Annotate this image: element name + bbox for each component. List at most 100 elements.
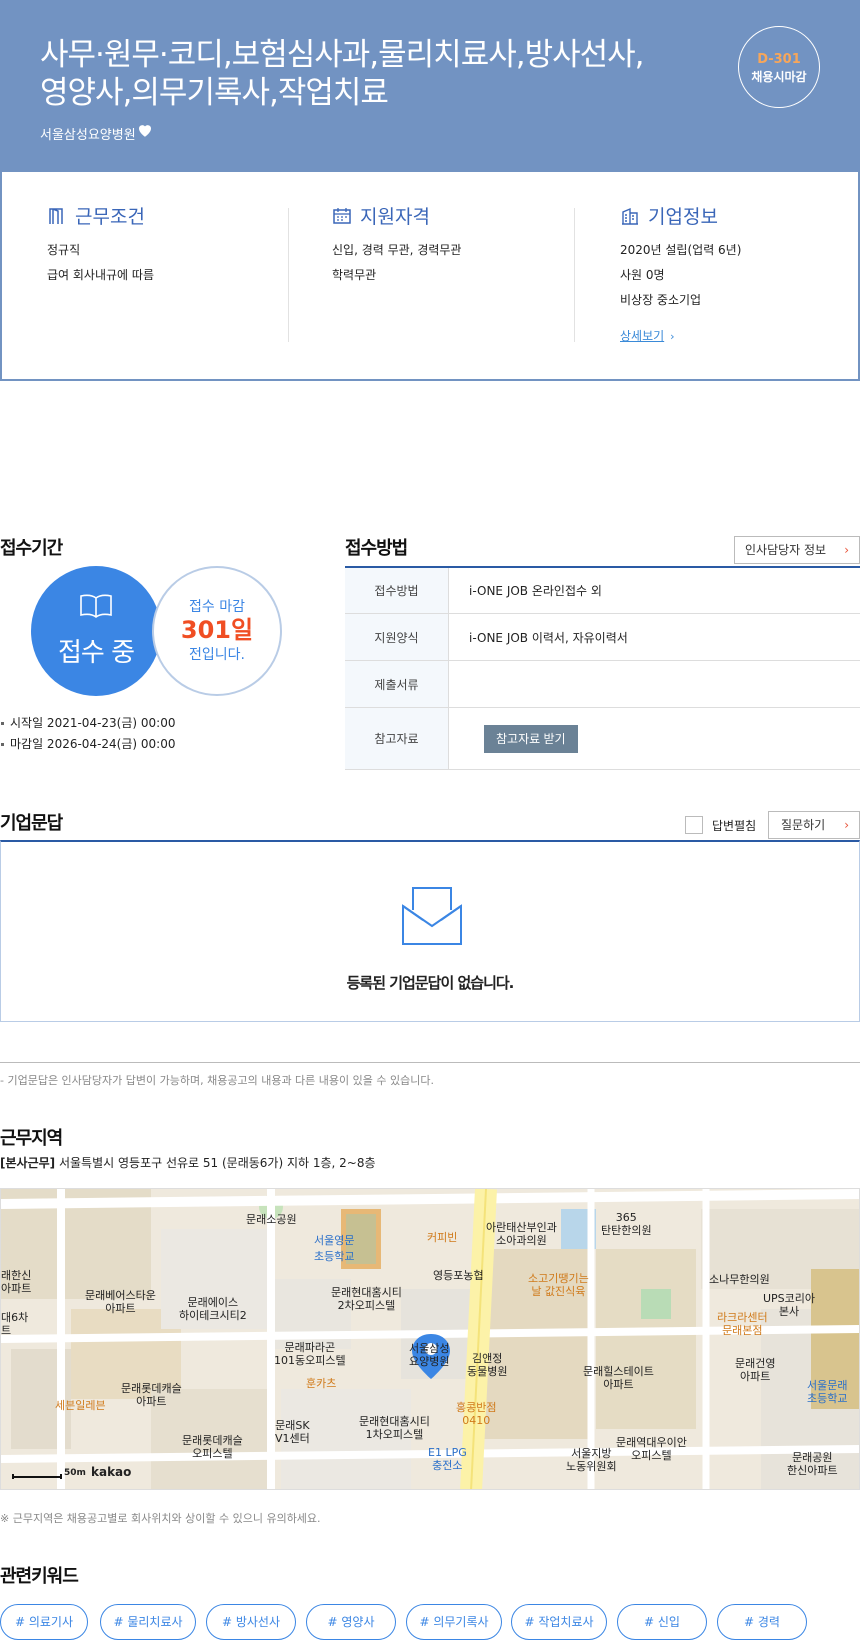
keyword-tag[interactable]: # 물리치료사 <box>100 1604 196 1640</box>
map-label: 홍콩반점 0410 <box>456 1401 497 1427</box>
keyword-tag[interactable]: # 방사선사 <box>206 1604 296 1640</box>
kakao-logo[interactable]: kakao <box>91 1465 131 1479</box>
table-row: 제출서류 <box>345 661 860 708</box>
calendar-icon <box>333 207 351 224</box>
map-label: 문래파라곤 101동오피스텔 <box>274 1341 346 1367</box>
end-date: 마감일 2026-04-24(금) 00:00 <box>0 735 175 752</box>
divider <box>574 208 575 342</box>
dday-count: D-301 <box>757 52 801 67</box>
map-label: 서울문래 초등학교 <box>807 1379 848 1405</box>
map-label: 서울영문 초등학교 <box>314 1234 355 1263</box>
map-label: 문래건영 아파트 <box>735 1357 776 1383</box>
table-row: 접수방법 i-ONE JOB 온라인접수 외 <box>345 568 860 614</box>
keyword-tag[interactable]: # 작업치료사 <box>511 1604 607 1640</box>
row-value: i-ONE JOB 온라인접수 외 <box>469 584 602 598</box>
ask-question-label: 질문하기 <box>781 818 826 832</box>
location-note: ※ 근무지역은 채용공고별로 회사위치와 상이할 수 있으니 유의하세요. <box>0 1512 321 1525</box>
map-label: 문래힐스테이트 아파트 <box>583 1365 654 1391</box>
map-label: 문래현대홈시티 1차오피스텔 <box>359 1415 430 1441</box>
keyword-tag[interactable]: # 의무기록사 <box>406 1604 502 1640</box>
work-conditions: 근무조건 정규직 급여 회사내규에 따름 <box>47 202 317 293</box>
envelope-icon <box>402 887 462 945</box>
status-circle: 접수 중 <box>31 566 161 696</box>
keyword-tag[interactable]: # 신입 <box>617 1604 707 1640</box>
expand-answers-checkbox[interactable] <box>685 816 703 834</box>
remain-suffix: 전입니다. <box>189 647 245 663</box>
reference-download-button[interactable]: 참고자료 받기 <box>484 724 578 753</box>
qualification-item: 학력무관 <box>332 268 377 282</box>
map-label: 문래SK V1센터 <box>275 1419 310 1445</box>
map-label: 문래롯데캐슬 오피스텔 <box>182 1434 243 1460</box>
map-label: 문래에이스 하이테크시티2 <box>179 1296 247 1322</box>
job-title-line2: 영양사,의무기록사,작업치료 <box>40 75 389 111</box>
keywords-title: 관련키워드 <box>0 1566 79 1587</box>
work-item: 정규직 <box>47 243 81 257</box>
keyword-tag[interactable]: # 의료기사 <box>0 1604 88 1640</box>
keyword-tag[interactable]: # 영양사 <box>306 1604 396 1640</box>
book-icon <box>80 594 112 618</box>
row-key: 지원양식 <box>345 614 449 660</box>
company-name[interactable]: 서울삼성요양병원 <box>40 124 136 143</box>
row-key: 제출서류 <box>345 661 449 707</box>
qualifications: 지원자격 신입, 경력 무관, 경력무관 학력무관 <box>332 202 602 293</box>
expand-answers-label[interactable]: 답변펼침 <box>712 817 756 834</box>
map-label: 문래베어스타운 아파트 <box>85 1289 156 1315</box>
map-label: 김앤정 동물병원 <box>467 1352 508 1378</box>
dday-badge: D-301 채용시마감 <box>738 26 820 108</box>
location-title: 근무지역 <box>0 1128 63 1149</box>
map-label: 훈카츠 <box>306 1377 337 1390</box>
remain-circle: 접수 마감 301일 전입니다. <box>152 566 282 696</box>
map-label: 래한신 아파트 <box>1 1269 32 1295</box>
location-map[interactable]: 문래소공원 서울영문 초등학교 커피빈 아란태산부인과 소아과의원 365 탄탄… <box>0 1188 860 1490</box>
map-label: 대6차 트 <box>1 1311 29 1337</box>
qa-title: 기업문답 <box>0 813 63 834</box>
address-text: 서울특별시 영등포구 선유로 51 (문래동6가) 지하 1층, 2~8층 <box>58 1156 376 1170</box>
qualification-item: 신입, 경력 무관, 경력무관 <box>332 243 462 257</box>
job-title: 사무·원무·코디,보험심사과,물리치료사,방사선사, 영양사,의무기록사,작업치… <box>40 36 680 112</box>
company-info-title: 기업정보 <box>648 206 718 228</box>
method-title: 접수방법 <box>345 538 408 559</box>
summary-box: 근무조건 정규직 급여 회사내규에 따름 지원자격 신입, 경력 무관, 경력무… <box>0 172 860 381</box>
map-label: 소고기땡기는 날 값진식육 <box>528 1272 589 1298</box>
address: [본사근무] 서울특별시 영등포구 선유로 51 (문래동6가) 지하 1층, … <box>0 1154 376 1171</box>
start-date: 시작일 2021-04-23(금) 00:00 <box>0 714 175 731</box>
map-label: 커피빈 <box>427 1231 458 1244</box>
job-title-line1: 사무·원무·코디,보험심사과,물리치료사,방사선사, <box>40 37 645 73</box>
map-scale-label: 50m <box>64 1468 86 1478</box>
chevron-right-icon: › <box>844 818 849 832</box>
work-item: 급여 회사내규에 따름 <box>47 268 154 282</box>
period-dates: 시작일 2021-04-23(금) 00:00 마감일 2026-04-24(금… <box>0 714 175 756</box>
remain-prefix: 접수 마감 <box>189 599 245 615</box>
company-detail-link[interactable]: 상세보기 <box>620 329 664 343</box>
map-label: UPS코리아 본사 <box>763 1292 816 1318</box>
map-label: E1 LPG 충전소 <box>428 1446 467 1472</box>
map-label: 서울지방 노동위원회 <box>566 1447 617 1473</box>
hr-info-label: 인사담당자 정보 <box>745 543 827 557</box>
map-label: 세븐일레븐 <box>55 1399 106 1412</box>
chevron-right-icon: › <box>670 330 675 343</box>
door-icon <box>49 207 63 224</box>
map-label: 365 탄탄한의원 <box>601 1211 652 1237</box>
qa-empty-message: 등록된 기업문답이 없습니다. <box>346 974 515 992</box>
company-info-item: 비상장 중소기업 <box>620 293 702 307</box>
ask-question-button[interactable]: 질문하기 › <box>768 811 860 839</box>
map-label: 소나무한의원 <box>709 1273 770 1286</box>
hr-info-button[interactable]: 인사담당자 정보 › <box>734 536 860 564</box>
deadline-type: 채용시마감 <box>751 70 807 84</box>
work-title: 근무조건 <box>75 206 145 228</box>
heart-icon[interactable] <box>136 121 154 139</box>
keyword-tag[interactable]: # 경력 <box>717 1604 807 1640</box>
row-value: i-ONE JOB 이력서, 자유이력서 <box>469 630 628 645</box>
map-label: 문래현대홈시티 2차오피스텔 <box>331 1286 402 1312</box>
row-key: 접수방법 <box>345 568 449 613</box>
table-row: 지원양식 i-ONE JOB 이력서, 자유이력서 <box>345 614 860 661</box>
map-label: 문래공원 한신아파트 <box>787 1451 838 1477</box>
remain-days: 301일 <box>180 616 254 644</box>
building-icon <box>622 207 638 225</box>
map-label: 서울삼성 요양병원 <box>409 1342 450 1368</box>
chevron-right-icon: › <box>844 543 849 557</box>
map-label: 라크라센터 문래본점 <box>717 1311 768 1337</box>
row-value <box>449 661 860 707</box>
divider <box>288 208 289 342</box>
map-label: 아란태산부인과 소아과의원 <box>486 1221 557 1247</box>
